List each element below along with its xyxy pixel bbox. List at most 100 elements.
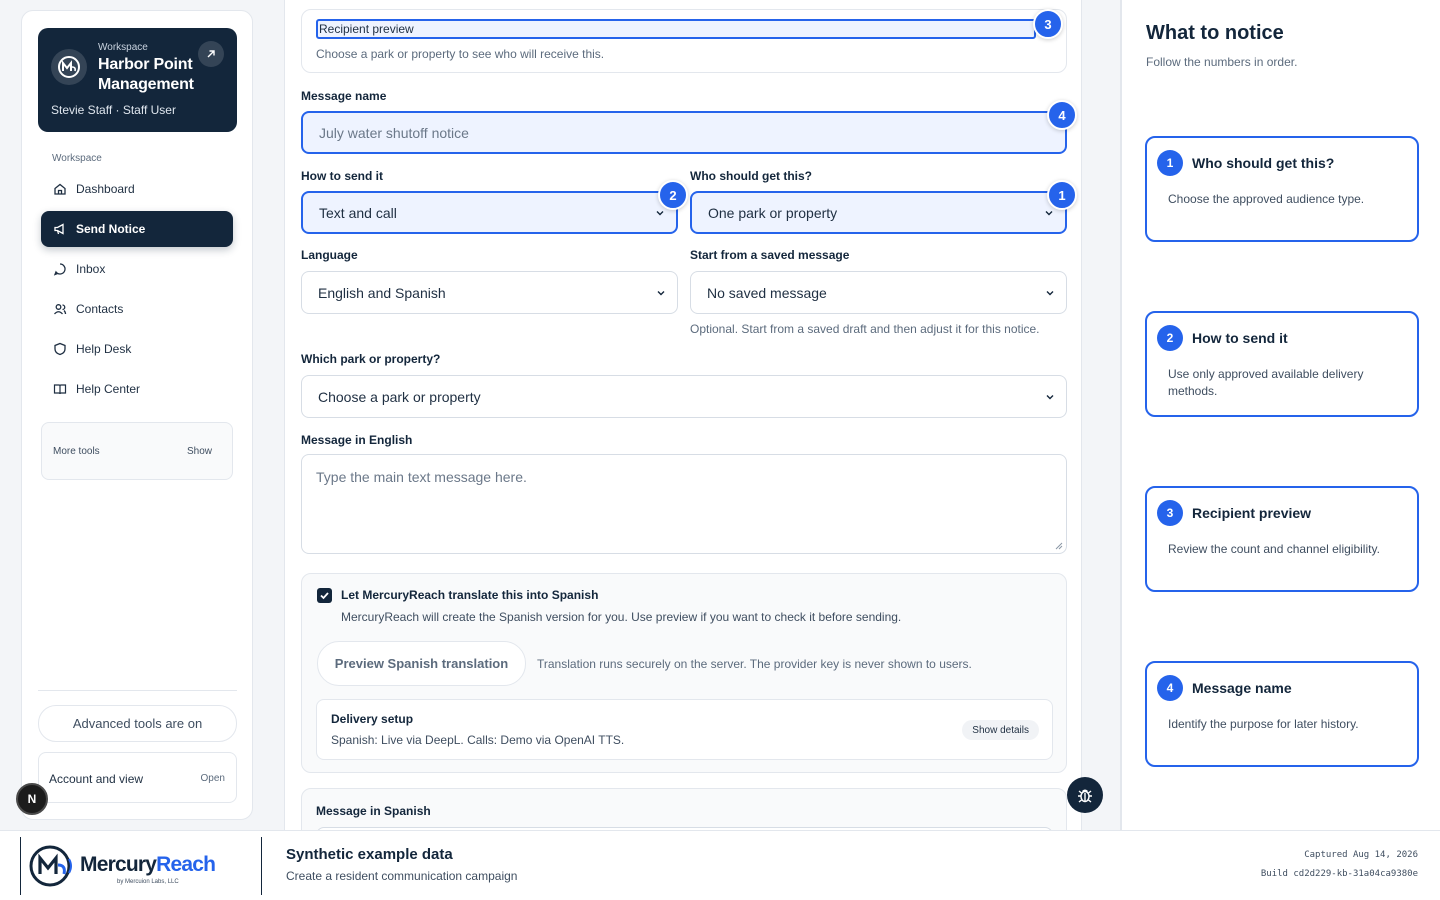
guide-step-card: 4 Message name Identify the purpose for … bbox=[1145, 661, 1419, 767]
translation-note: Translation runs securely on the server.… bbox=[537, 657, 972, 671]
captured-date: Captured Aug 14, 2026 bbox=[1304, 850, 1418, 860]
more-tools-show-button[interactable]: Show bbox=[187, 446, 212, 457]
nav-item-inbox[interactable]: Inbox bbox=[41, 251, 233, 287]
account-open-button[interactable]: Open bbox=[201, 773, 225, 784]
show-details-button[interactable]: Show details bbox=[962, 720, 1039, 740]
guide-step-description: Review the count and channel eligibility… bbox=[1168, 542, 1380, 556]
brand-name-part-2: Reach bbox=[156, 853, 216, 876]
translate-checkbox[interactable] bbox=[317, 588, 332, 603]
build-id: Build cd2d229-kb-31a04ca9380e bbox=[1260, 869, 1418, 879]
language-select[interactable]: English and Spanish bbox=[301, 271, 678, 314]
message-english-label: Message in English bbox=[301, 433, 413, 447]
nav-item-label: Help Center bbox=[76, 382, 141, 396]
delivery-setup-description: Spanish: Live via DeepL. Calls: Demo via… bbox=[331, 733, 625, 747]
nav-item-label: Inbox bbox=[76, 262, 106, 276]
message-name-placeholder: July water shutoff notice bbox=[319, 124, 469, 141]
guide-step-title: Recipient preview bbox=[1192, 505, 1312, 521]
translate-label[interactable]: Let MercuryReach translate this into Spa… bbox=[341, 588, 598, 602]
guide-subtitle: Follow the numbers in order. bbox=[1146, 55, 1298, 69]
guide-step-card: 1 Who should get this? Choose the approv… bbox=[1145, 136, 1419, 242]
account-panel[interactable]: Account and view Open bbox=[38, 752, 237, 803]
workspace-logo-icon bbox=[51, 49, 87, 85]
park-property-value: Choose a park or property bbox=[318, 388, 481, 405]
mercuryreach-logo-icon bbox=[29, 845, 72, 887]
delivery-setup-card: Delivery setup Spanish: Live via DeepL. … bbox=[316, 699, 1053, 760]
saved-message-help: Optional. Start from a saved draft and t… bbox=[690, 322, 1040, 336]
marker-how-to-send: 2 bbox=[658, 180, 688, 210]
checkmark-icon bbox=[320, 592, 329, 600]
open-external-icon[interactable] bbox=[198, 41, 224, 67]
chevron-down-icon bbox=[657, 290, 665, 295]
footer-subtitle: Create a resident communication campaign bbox=[286, 869, 518, 883]
guide-step-card: 3 Recipient preview Review the count and… bbox=[1145, 486, 1419, 592]
resize-handle-icon[interactable] bbox=[1055, 542, 1063, 550]
guide-step-description: Identify the purpose for later history. bbox=[1168, 717, 1359, 731]
guide-step-description: Use only approved available delivery met… bbox=[1168, 367, 1364, 398]
who-should-get-label: Who should get this? bbox=[690, 169, 812, 183]
marker-message-name: 4 bbox=[1047, 100, 1077, 130]
recipient-preview-title: Recipient preview bbox=[316, 19, 1036, 39]
workspace-user: Stevie Staff · Staff User bbox=[51, 103, 176, 117]
chat-icon bbox=[53, 263, 66, 276]
message-name-label: Message name bbox=[301, 89, 387, 103]
chevron-down-icon bbox=[1045, 210, 1053, 215]
nav-item-label: Help Desk bbox=[76, 342, 132, 356]
bug-icon bbox=[1078, 789, 1092, 803]
guide-step-number: 1 bbox=[1157, 150, 1183, 176]
language-label: Language bbox=[301, 248, 358, 262]
guide-step-card: 2 How to send it Use only approved avail… bbox=[1145, 311, 1419, 417]
nav-item-send-notice[interactable]: Send Notice bbox=[41, 211, 233, 247]
how-to-send-value: Text and call bbox=[319, 204, 397, 221]
translation-panel: Let MercuryReach translate this into Spa… bbox=[301, 573, 1067, 773]
nav-item-help-center[interactable]: Help Center bbox=[41, 371, 233, 407]
audience-value: One park or property bbox=[708, 204, 838, 221]
home-icon bbox=[54, 183, 66, 195]
language-value: English and Spanish bbox=[318, 284, 446, 301]
chevron-down-icon bbox=[1046, 394, 1054, 399]
translate-description: MercuryReach will create the Spanish ver… bbox=[341, 610, 902, 624]
shield-icon bbox=[54, 342, 66, 356]
how-to-send-select[interactable]: Text and call bbox=[301, 191, 678, 234]
guide-title: What to notice bbox=[1146, 22, 1284, 44]
guide-step-title: Message name bbox=[1192, 680, 1292, 696]
megaphone-icon bbox=[54, 223, 64, 235]
message-name-input[interactable]: July water shutoff notice bbox=[301, 111, 1067, 154]
brand-logo: MercuryReach by Mercuion Labs, LLC bbox=[20, 837, 262, 895]
recipient-preview-subtitle: Choose a park or property to see who wil… bbox=[316, 47, 605, 61]
chevron-down-icon bbox=[656, 210, 664, 215]
workspace-name: Harbor Point Management bbox=[98, 56, 194, 93]
nav-item-dashboard[interactable]: Dashboard bbox=[41, 171, 233, 207]
guide-step-number: 3 bbox=[1157, 500, 1183, 526]
recipient-preview-panel: Recipient preview Choose a park or prope… bbox=[301, 9, 1067, 73]
saved-message-select[interactable]: No saved message bbox=[690, 271, 1067, 314]
delivery-setup-title: Delivery setup bbox=[331, 712, 414, 726]
nav-item-label: Dashboard bbox=[76, 182, 135, 196]
park-property-select[interactable]: Choose a park or property bbox=[301, 375, 1067, 418]
brand-name: MercuryReach bbox=[80, 853, 216, 877]
dev-tools-badge[interactable]: N bbox=[16, 783, 48, 815]
guide-panel: What to notice Follow the numbers in ord… bbox=[1120, 0, 1440, 830]
park-property-label: Which park or property? bbox=[301, 352, 441, 366]
users-icon bbox=[54, 304, 67, 315]
footer-title: Synthetic example data bbox=[286, 846, 453, 863]
advanced-tools-toggle[interactable]: Advanced tools are on bbox=[38, 705, 237, 742]
bug-report-button[interactable] bbox=[1067, 777, 1103, 813]
how-to-send-label: How to send it bbox=[301, 169, 383, 183]
guide-step-description: Choose the approved audience type. bbox=[1168, 192, 1365, 206]
workspace-card[interactable]: Workspace Harbor Point Management Stevie… bbox=[38, 28, 237, 132]
account-label: Account and view bbox=[49, 772, 144, 786]
nav-item-contacts[interactable]: Contacts bbox=[41, 291, 233, 327]
guide-step-title: Who should get this? bbox=[1192, 155, 1335, 171]
footer: MercuryReach by Mercuion Labs, LLC Synth… bbox=[0, 830, 1440, 900]
preview-translation-button[interactable]: Preview Spanish translation bbox=[317, 641, 526, 686]
book-icon bbox=[53, 384, 67, 395]
nav-heading: Workspace bbox=[52, 153, 102, 164]
nav-item-help-desk[interactable]: Help Desk bbox=[41, 331, 233, 367]
audience-select[interactable]: One park or property bbox=[690, 191, 1067, 234]
brand-name-part-1: Mercury bbox=[80, 853, 157, 876]
guide-step-number: 2 bbox=[1157, 325, 1183, 351]
message-spanish-label: Message in Spanish bbox=[316, 804, 431, 818]
marker-audience: 1 bbox=[1047, 180, 1077, 210]
message-english-textarea[interactable]: Type the main text message here. bbox=[301, 454, 1067, 554]
nav-item-label: Contacts bbox=[76, 302, 124, 316]
